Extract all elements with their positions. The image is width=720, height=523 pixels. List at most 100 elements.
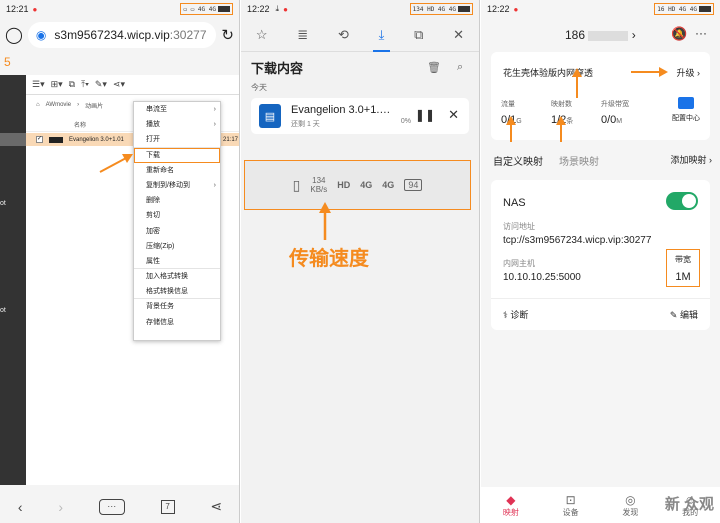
nav-mapping[interactable]: ◆ 映射 — [503, 493, 519, 518]
host-label: 内网主机 — [503, 259, 535, 268]
discover-icon: ◎ — [625, 492, 636, 507]
stat-mappings: 映射数 1/2条 — [551, 101, 574, 126]
add-mapping-button[interactable]: 添加映射 › — [670, 153, 712, 166]
notification-dot-icon: ● — [32, 4, 38, 14]
list-view-icon[interactable]: ☰▾ — [32, 79, 45, 90]
delete-icon[interactable]: 🗑 — [427, 61, 441, 74]
account-icon[interactable]: ◯ — [5, 25, 23, 45]
more-button[interactable]: ··· — [98, 498, 125, 515]
chevron-right-icon: › — [213, 181, 216, 189]
context-menu-item[interactable]: 打开 — [134, 132, 220, 148]
download-percent: 0% — [400, 118, 411, 125]
downloads-header: 下载内容 🗑 ⌕ — [241, 52, 479, 82]
file-thumbnail — [49, 136, 63, 143]
context-menu-item[interactable]: 重新命名 — [134, 163, 220, 178]
more-icon[interactable]: ··· — [695, 26, 707, 40]
access-address[interactable]: tcp://s3m9567234.wicp.vip:30277 — [503, 235, 651, 246]
download-item[interactable]: ▤ Evangelion 3.0+1.… 还剩 1 天 0% ❚❚ ✕ — [251, 98, 469, 134]
breadcrumb-item[interactable]: 动画片 — [85, 101, 103, 110]
plan-card: 花生壳体验版内网穿透 升级 › 流量 0/1G 映射数 1/2条 升级带宽 0/… — [491, 52, 710, 140]
edit-button[interactable]: ✎ 编辑 — [670, 308, 698, 321]
sidebar-label: ot — [0, 307, 6, 314]
signal-4g-1: 4G — [360, 180, 373, 190]
chevron-right-icon: › — [213, 106, 216, 113]
diagnose-icon: ⚕ — [503, 310, 508, 320]
context-menu-item[interactable]: 复制到/移动到 › — [134, 178, 220, 193]
context-menu-item[interactable]: 播放 › — [134, 117, 220, 132]
collections-tab-icon[interactable]: ⧉ — [414, 27, 423, 43]
home-icon[interactable]: ⌂ — [36, 102, 40, 108]
search-icon[interactable]: ⌕ — [457, 61, 463, 74]
cancel-icon[interactable]: ✕ — [448, 107, 459, 123]
status-icons: 134 HD 4G 4G — [409, 3, 473, 15]
downloads-tab-icon[interactable]: ⤓ — [372, 27, 390, 52]
context-menu-item[interactable]: 加密 — [134, 224, 220, 239]
breadcrumb-item[interactable]: AWmovie — [46, 102, 71, 108]
context-menu-item[interactable]: 格式转换信息 — [134, 284, 220, 300]
row-checkbox[interactable]: ✓ — [36, 136, 43, 143]
nav-discover[interactable]: ◎ 发现 — [622, 493, 638, 518]
config-center-button[interactable]: 配置中心 — [672, 97, 700, 123]
context-menu-item[interactable]: 属性 — [134, 254, 220, 270]
upload-icon[interactable]: ⤒▾ — [81, 79, 89, 90]
device-icon: ⊡ — [565, 492, 576, 507]
file-name: Evangelion 3.0+1.01 — [69, 136, 124, 143]
mapping-name: NAS — [503, 197, 526, 209]
context-menu-item[interactable]: 存储信息 — [134, 315, 220, 330]
download-name: Evangelion 3.0+1.… — [291, 103, 391, 116]
reading-list-tab-icon[interactable]: ≣ — [297, 27, 308, 43]
browser-bottom-bar: ‹ › ··· 7 ⋖ — [0, 490, 239, 523]
bell-off-icon[interactable]: 🔕 — [671, 26, 687, 42]
tab-scene-mapping[interactable]: 场景映射 — [559, 153, 599, 168]
site-info-icon[interactable]: ◉ — [36, 28, 46, 42]
back-icon[interactable]: ‹ — [18, 499, 23, 515]
tabs-button[interactable]: 7 — [160, 499, 175, 514]
mapping-actions: ⚕ 诊断 ✎ 编辑 — [491, 298, 710, 324]
context-menu: 串流至 › 播放 › 打开 下载 重新命名 复制到/移动到 › 删除 剪切 加密 压缩(Zip) 属性 加入… — [133, 101, 221, 341]
battery-level: 94 — [404, 179, 423, 191]
share-icon[interactable]: ⋖ — [210, 498, 222, 515]
context-menu-item[interactable]: 串流至 › — [134, 102, 220, 117]
tools-icon[interactable]: ✎▾ — [95, 79, 107, 90]
diagnose-button[interactable]: ⚕ 诊断 — [503, 308, 528, 321]
status-speed-zoom: ▯ 134 KB/s HD 4G 4G 94 — [244, 160, 471, 210]
notification-dot-icon: ● — [513, 4, 519, 14]
sidebar-highlight — [0, 133, 26, 146]
context-menu-item[interactable]: 背景任务 — [134, 299, 220, 314]
url-field[interactable]: ◉ s3m9567234.wicp.vip:30277 — [27, 22, 217, 48]
close-icon[interactable]: ✕ — [453, 27, 464, 43]
reload-icon[interactable]: ↻ — [221, 26, 234, 44]
watermark: 新 众观 — [664, 496, 714, 513]
pause-icon[interactable]: ❚❚ — [415, 108, 435, 122]
status-bar: 12:21 ● ▭ ▭ 4G 4G — [0, 0, 239, 18]
tab-custom-mapping[interactable]: 自定义映射 — [493, 153, 543, 168]
nav-device[interactable]: ⊡ 设备 — [563, 493, 579, 518]
section-label: 今天 — [251, 83, 267, 92]
context-menu-item[interactable]: 压缩(Zip) — [134, 239, 220, 254]
upgrade-link[interactable]: 升级 › — [676, 66, 700, 79]
context-menu-item[interactable]: 剪切 — [134, 208, 220, 223]
device-selector[interactable]: 186 › — [565, 28, 636, 42]
new-folder-icon[interactable]: ⊞▾ — [51, 79, 63, 90]
status-time: 12:21 — [6, 4, 29, 14]
context-menu-item[interactable]: 删除 — [134, 193, 220, 208]
history-tab-icon[interactable]: ⟲ — [338, 27, 349, 43]
share-icon[interactable]: ⋖▾ — [113, 79, 125, 90]
mapping-card: NAS 访问地址 tcp://s3m9567234.wicp.vip:30277… — [491, 180, 710, 330]
context-menu-item[interactable]: 下载 — [134, 147, 220, 163]
download-remaining: 还剩 1 天 — [291, 120, 320, 128]
status-bar: 12:22 ⤓ ● 134 HD 4G 4G — [241, 0, 479, 18]
network-speed: 134 KB/s — [310, 176, 328, 194]
bandwidth-label: 带宽 — [675, 255, 691, 264]
copy-icon[interactable]: ⧉ — [69, 79, 75, 90]
forward-icon[interactable]: › — [58, 499, 63, 515]
context-menu-item[interactable]: 加入格式转换 — [134, 269, 220, 284]
oray-app-panel: 12:22 ● 16 HD 4G 4G 186 › 🔕 ··· 花生壳体验版内网… — [481, 0, 720, 523]
url-port: :30277 — [169, 28, 207, 42]
mapping-toggle[interactable] — [666, 192, 698, 210]
browser-file-manager-panel: 12:21 ● ▭ ▭ 4G 4G ◯ ◉ s3m9567234.wicp.vi… — [0, 0, 240, 523]
favorites-tab-icon[interactable]: ☆ — [256, 27, 268, 43]
device-header: 186 › 🔕 ··· — [481, 18, 720, 54]
stat-bandwidth: 升级带宽 0/0M — [601, 101, 629, 126]
access-label: 访问地址 — [503, 222, 535, 231]
